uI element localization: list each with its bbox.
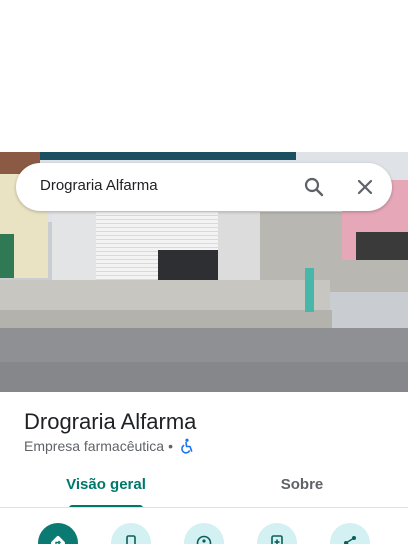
share-button[interactable]	[330, 523, 370, 544]
photo-shutter-left	[96, 212, 158, 280]
place-subtitle: Empresa farmacêutica •	[24, 438, 195, 454]
tab-about[interactable]: Sobre	[252, 468, 352, 506]
photo-curb	[0, 310, 332, 328]
photo-dark-wall	[356, 232, 408, 260]
photo-doorway	[158, 250, 218, 280]
street-view-button[interactable]	[184, 523, 224, 544]
photo-green-door	[0, 234, 14, 278]
call-button[interactable]	[111, 523, 151, 544]
action-buttons-row	[0, 508, 408, 544]
map-blank-area	[0, 0, 408, 152]
save-icon	[269, 523, 285, 544]
directions-button[interactable]	[38, 523, 78, 544]
photo-shutter-right	[158, 212, 218, 250]
search-query[interactable]: Drograria Alfarma	[40, 177, 158, 194]
search-bar[interactable]: Drograria Alfarma	[16, 163, 392, 211]
photo-shop-sign	[26, 152, 296, 160]
photo-post	[305, 268, 314, 312]
tab-overview[interactable]: Visão geral	[56, 468, 156, 506]
close-icon[interactable]	[353, 175, 377, 199]
phone-icon	[123, 523, 139, 544]
photo-road-near	[0, 362, 408, 392]
separator-dot: •	[168, 438, 173, 454]
wheelchair-icon[interactable]	[179, 438, 195, 454]
save-button[interactable]	[257, 523, 297, 544]
share-icon	[342, 523, 358, 544]
place-title: Drograria Alfarma	[24, 409, 197, 434]
place-category[interactable]: Empresa farmacêutica	[24, 438, 164, 454]
street-view-icon	[196, 523, 212, 544]
photo-pillar	[218, 212, 260, 284]
photo-sidewalk	[0, 280, 330, 314]
place-tabs: Visão geral Sobre	[0, 468, 408, 508]
search-icon[interactable]	[302, 175, 326, 199]
directions-icon	[50, 523, 66, 544]
